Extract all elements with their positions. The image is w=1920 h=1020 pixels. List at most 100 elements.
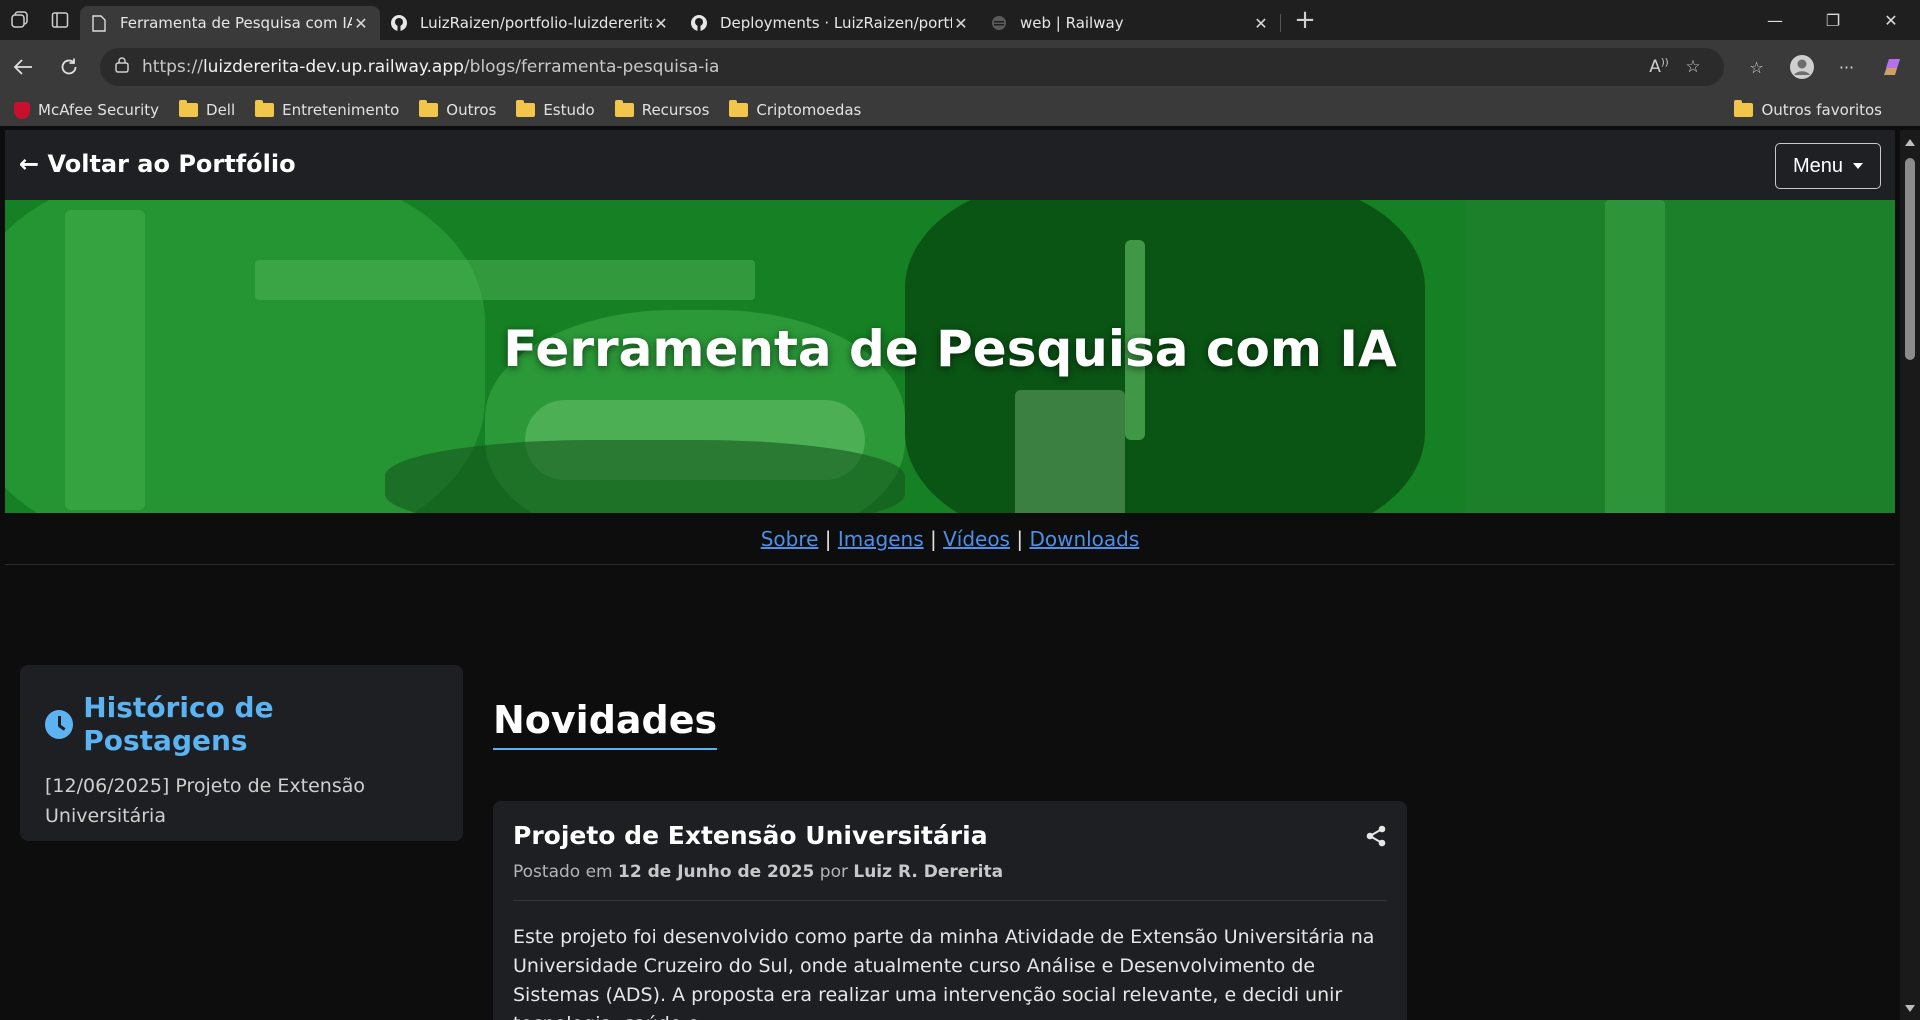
bookmark-folder-estudo[interactable]: Estudo — [516, 100, 595, 119]
bookmark-label: Estudo — [543, 101, 595, 119]
bookmark-folder-criptomoedas[interactable]: Criptomoedas — [729, 100, 862, 119]
section-links: Sobre | Imagens | Vídeos | Downloads — [5, 513, 1895, 565]
vertical-tabs-icon[interactable] — [40, 0, 80, 40]
post-history-title: Histórico de Postagens — [83, 691, 274, 757]
post-history-entry[interactable]: [12/06/2025] Projeto de Extensão Univers… — [45, 771, 438, 831]
bookmark-label: Recursos — [641, 101, 710, 119]
scrollbar-thumb[interactable] — [1905, 158, 1915, 360]
folder-icon — [516, 100, 536, 117]
scroll-up-icon[interactable] — [1905, 139, 1915, 146]
post-history-card: Histórico de Postagens [12/06/2025] Proj… — [20, 665, 463, 841]
github-icon — [690, 14, 708, 32]
link-downloads[interactable]: Downloads — [1029, 527, 1139, 551]
folder-icon — [614, 100, 634, 117]
hero-banner: Ferramenta de Pesquisa com IA — [5, 200, 1895, 513]
back-arrow-icon[interactable] — [0, 44, 46, 90]
close-tab-icon[interactable]: ✕ — [352, 14, 370, 33]
favorites-icon[interactable]: ☆ — [1734, 58, 1779, 77]
favorite-star-icon[interactable]: ☆ — [1676, 57, 1710, 77]
menu-label: Menu — [1792, 154, 1844, 177]
bookmark-label: Dell — [206, 101, 236, 119]
link-imagens[interactable]: Imagens — [838, 527, 924, 551]
caret-down-icon — [1853, 163, 1864, 169]
bookmark-mcafee[interactable]: McAfee Security — [14, 101, 159, 119]
tab-ferramenta-pesquisa[interactable]: Ferramenta de Pesquisa com IA | L ✕ — [80, 6, 380, 40]
site-navbar: ← Voltar ao Portfólio Menu — [5, 130, 1895, 200]
bookmark-folder-entretenimento[interactable]: Entretenimento — [255, 100, 400, 119]
mcafee-shield-icon — [14, 101, 30, 119]
read-aloud-icon[interactable]: A)) — [1642, 57, 1676, 77]
toolbar-actions: ☆ ··· — [1734, 54, 1914, 80]
minimize-icon[interactable]: — — [1746, 0, 1804, 40]
folder-icon — [729, 100, 749, 117]
link-videos[interactable]: Vídeos — [943, 527, 1010, 551]
tab-title: LuizRaizen/portfolio-luizdererita-d — [420, 14, 652, 32]
bookmark-label: Criptomoedas — [756, 101, 862, 119]
link-sobre[interactable]: Sobre — [761, 527, 819, 551]
workspaces-icon[interactable] — [0, 0, 40, 40]
close-tab-icon[interactable]: ✕ — [952, 14, 970, 33]
tab-title: Ferramenta de Pesquisa com IA | L — [120, 14, 352, 32]
restore-icon[interactable]: ❐ — [1804, 0, 1862, 40]
more-options-icon[interactable]: ··· — [1824, 58, 1869, 77]
bookmark-label: Outros — [446, 101, 497, 119]
window-controls: — ❐ ✕ — [1746, 0, 1920, 40]
scroll-down-icon[interactable] — [1905, 1005, 1915, 1012]
bookmark-label: McAfee Security — [38, 101, 160, 119]
browser-toolbar: https://luizdererita-dev.up.railway.app/… — [0, 40, 1920, 94]
new-tab-icon[interactable]: + — [1285, 5, 1325, 35]
page-scrollbar[interactable] — [1900, 130, 1920, 1020]
post-history-header: Histórico de Postagens — [45, 691, 438, 757]
bookmark-label: Entretenimento — [282, 101, 400, 119]
hero-title: Ferramenta de Pesquisa com IA — [503, 320, 1397, 378]
bookmark-folder-outros-favoritos[interactable]: Outros favoritos — [1734, 94, 1882, 126]
folder-icon — [255, 100, 275, 117]
menu-dropdown-button[interactable]: Menu — [1775, 143, 1881, 189]
folder-icon — [1734, 100, 1754, 117]
post-divider — [513, 900, 1387, 901]
site-info-icon[interactable] — [114, 56, 142, 78]
posted-by: por — [819, 862, 848, 882]
bookmark-folder-recursos[interactable]: Recursos — [614, 100, 710, 119]
clock-icon — [45, 709, 74, 739]
post-title: Projeto de Extensão Universitária — [513, 821, 988, 850]
tab-railway[interactable]: web | Railway ✕ — [980, 6, 1280, 40]
address-bar[interactable]: https://luizdererita-dev.up.railway.app/… — [100, 48, 1724, 86]
link-separator: | — [929, 527, 937, 551]
tab-github-deployments[interactable]: Deployments · LuizRaizen/portfoli ✕ — [680, 6, 980, 40]
railway-icon — [990, 14, 1008, 32]
copilot-icon[interactable] — [1869, 55, 1914, 79]
post-date: 12 de Junho de 2025 — [618, 862, 815, 882]
post-author: Luiz R. Dererita — [853, 862, 1004, 882]
back-to-portfolio-link[interactable]: ← Voltar ao Portfólio — [19, 150, 296, 178]
bookmark-folder-dell[interactable]: Dell — [179, 100, 236, 119]
link-separator: | — [824, 527, 832, 551]
tab-separator — [1280, 14, 1281, 32]
link-separator: | — [1016, 527, 1024, 551]
posted-prefix: Postado em — [513, 862, 613, 882]
url-text: https://luizdererita-dev.up.railway.app/… — [142, 57, 1642, 77]
post-body: Este projeto foi desenvolvido como parte… — [513, 926, 1375, 1020]
tab-github-repo[interactable]: LuizRaizen/portfolio-luizdererita-d ✕ — [380, 6, 680, 40]
close-tab-icon[interactable]: ✕ — [652, 14, 670, 33]
url-prefix: https:// — [142, 57, 203, 77]
tab-title: web | Railway — [1020, 14, 1124, 32]
close-window-icon[interactable]: ✕ — [1862, 0, 1920, 40]
url-host: luizdererita-dev.up.railway.app — [202, 57, 464, 77]
page-viewport: ← Voltar ao Portfólio Menu Ferramenta de… — [5, 130, 1895, 1020]
bookmark-label: Outros favoritos — [1761, 101, 1882, 119]
profile-avatar-icon[interactable] — [1779, 54, 1824, 80]
share-icon[interactable] — [1365, 825, 1387, 847]
post-card: Projeto de Extensão Universitária Postad… — [493, 801, 1407, 1020]
close-tab-icon[interactable]: ✕ — [1252, 14, 1270, 33]
bookmark-folder-outros[interactable]: Outros — [419, 100, 497, 119]
folder-icon — [419, 100, 439, 117]
page-icon — [90, 14, 108, 32]
url-path: /blogs/ferramenta-pesquisa-ia — [463, 57, 720, 77]
bookmarks-bar: McAfee Security Dell Entretenimento Outr… — [0, 94, 1920, 126]
browser-tab-bar: Ferramenta de Pesquisa com IA | L ✕ Luiz… — [0, 0, 1920, 40]
refresh-icon[interactable] — [46, 44, 92, 90]
post-meta: Postado em 12 de Junho de 2025 por Luiz … — [513, 862, 1387, 882]
github-icon — [390, 14, 408, 32]
news-heading: Novidades — [493, 698, 718, 750]
